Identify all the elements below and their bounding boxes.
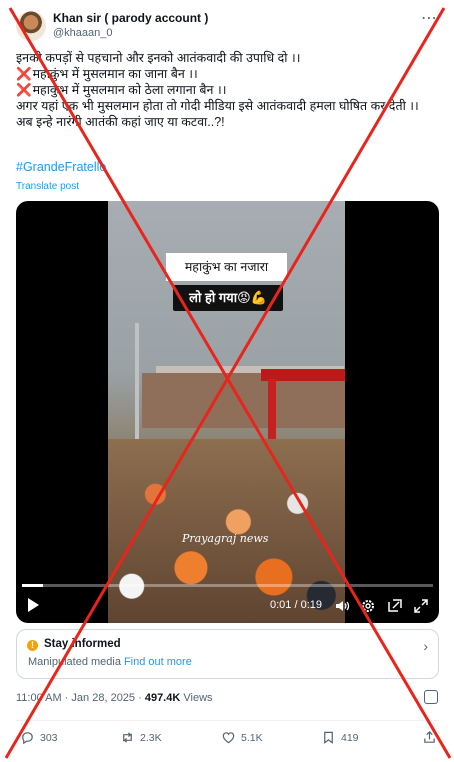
- crowd: [108, 439, 345, 623]
- like-count: 5.1K: [241, 731, 263, 744]
- post-line: इनको कपड़ों से पहचानो और इनको आतंकवादी क…: [16, 51, 301, 65]
- x-mark-icon: ❌: [16, 67, 32, 81]
- stadium: [142, 373, 345, 428]
- x-mark-icon: ❌: [16, 83, 32, 97]
- repost-button[interactable]: 2.3K: [120, 730, 162, 745]
- play-icon[interactable]: [28, 598, 39, 612]
- views-label: Views: [180, 692, 213, 704]
- heart-icon: [222, 732, 235, 744]
- repost-icon: [123, 732, 132, 743]
- views-count: 497.4K: [144, 692, 181, 704]
- post-line: अगर यहां एक भी मुसलमान होता तो गोदी मीडि…: [16, 99, 419, 113]
- video-player[interactable]: महाकुंभ का नजारा लो हो गया😡💪 Prayagraj n…: [16, 201, 439, 623]
- volume-icon[interactable]: [334, 598, 350, 614]
- translate-post-link[interactable]: Translate post: [16, 181, 79, 192]
- chevron-right-icon[interactable]: ›: [423, 638, 428, 654]
- fullscreen-icon[interactable]: [413, 598, 429, 614]
- bookmark-count: 419: [341, 731, 359, 744]
- picture-in-picture-icon[interactable]: [387, 598, 403, 614]
- reply-icon: [22, 732, 33, 745]
- settings-gear-icon[interactable]: [360, 598, 376, 614]
- warning-icon: !: [27, 640, 38, 651]
- notice-body: Manipulated media Find out more: [28, 656, 192, 668]
- hashtag-link[interactable]: #GrandeFratello: [16, 160, 106, 174]
- reply-count: 303: [40, 731, 58, 744]
- author-name[interactable]: Khan sir ( parody account ): [53, 11, 208, 25]
- community-notice[interactable]: ! Stay informed Manipulated media Find ou…: [16, 629, 439, 679]
- avatar[interactable]: [16, 11, 46, 41]
- share-icon: [424, 731, 435, 743]
- reply-button[interactable]: 303: [20, 730, 58, 745]
- share-button[interactable]: [422, 730, 442, 745]
- bookmark-icon: [324, 731, 333, 744]
- video-time: 0:01 / 0:19: [270, 599, 322, 611]
- post: Khan sir ( parody account ) @khaaan_0 ⋯ …: [0, 0, 454, 762]
- more-options-icon[interactable]: ⋯: [421, 8, 438, 28]
- video-caption-bottom: लो हो गया😡💪: [173, 285, 283, 311]
- divider: [16, 720, 439, 721]
- notice-title: Stay informed: [44, 638, 121, 650]
- like-button[interactable]: 5.1K: [221, 730, 263, 745]
- post-meta: 11:00 AM · Jan 28, 2025 · 497.4K Views: [16, 692, 213, 704]
- post-line: ❌महाकुंभ में मुसलमान का जाना बैन ।।: [16, 67, 198, 81]
- grok-icon[interactable]: [424, 690, 438, 704]
- post-timestamp[interactable]: 11:00 AM · Jan 28, 2025: [16, 692, 135, 704]
- post-line: अब इन्हे नारंगी आतंकी कहां जाए या कटवा..…: [16, 115, 225, 129]
- video-frame[interactable]: महाकुंभ का नजारा लो हो गया😡💪 Prayagraj n…: [108, 201, 345, 623]
- bookmark-button[interactable]: 419: [321, 730, 359, 745]
- post-line: ❌महाकुंभ में मुसलमान को ठेला लगाना बैन ।…: [16, 83, 227, 97]
- light-tower: [135, 323, 139, 443]
- video-progress-bar[interactable]: [22, 584, 433, 587]
- video-watermark: Prayagraj news: [182, 532, 269, 545]
- post-text: इनको कपड़ों से पहचानो और इनको आतंकवादी क…: [16, 50, 444, 130]
- find-out-more-link[interactable]: Find out more: [124, 656, 192, 668]
- video-caption-top: महाकुंभ का नजारा: [166, 253, 287, 281]
- author-handle[interactable]: @khaaan_0: [53, 27, 113, 39]
- repost-count: 2.3K: [140, 731, 162, 744]
- video-progress-fill: [22, 584, 43, 587]
